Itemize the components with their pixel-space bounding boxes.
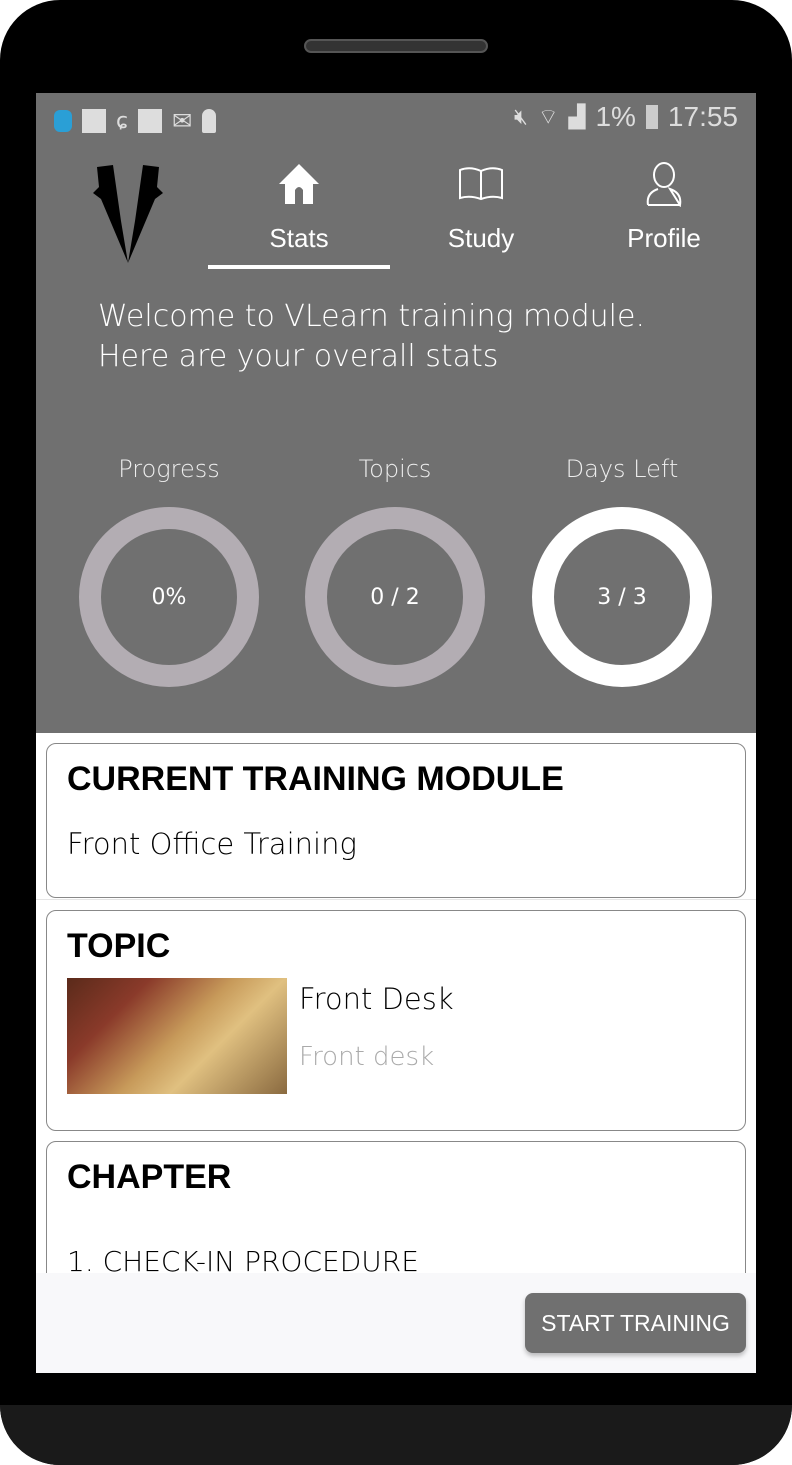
card-heading: CURRENT TRAINING MODULE [67, 760, 564, 798]
tab-stats[interactable]: Stats [208, 153, 390, 269]
stat-topics: Topics 0 / 2 [295, 455, 495, 687]
welcome-text: Welcome to VLearn training module. Here … [98, 297, 645, 377]
module-name: Front Office Training [67, 827, 357, 861]
days-left-ring: 3 / 3 [532, 507, 712, 687]
flipboard-icon [82, 109, 106, 133]
signal-icon: ▟ [568, 104, 586, 129]
clock: 17:55 [667, 101, 738, 132]
bottom-bar: START TRAINING [36, 1273, 756, 1373]
home-icon [279, 164, 319, 204]
stat-days-left: Days Left 3 / 3 [522, 455, 722, 687]
keyhole-icon [202, 109, 217, 133]
header: ɕ ✉ 🔇︎ ⌔ ▟ 1% 17:55 Stats Study Profile … [36, 93, 756, 733]
card-heading: CHAPTER [67, 1158, 232, 1196]
swirl-icon: ɕ [116, 108, 129, 134]
battery-percent: 1% [595, 101, 636, 132]
tab-label: Profile [627, 223, 701, 253]
app-logo [91, 163, 165, 271]
current-module-card[interactable]: CURRENT TRAINING MODULE Front Office Tra… [46, 743, 746, 898]
tab-profile[interactable]: Profile [573, 153, 755, 269]
stat-title: Topics [358, 455, 432, 483]
notification-icon [54, 110, 72, 132]
battery-icon [645, 105, 658, 129]
stat-value: 3 / 3 [597, 584, 647, 610]
book-icon [459, 167, 503, 201]
wifi-icon: ⌔ [537, 104, 559, 129]
topic-subtitle: Front desk [299, 1042, 435, 1072]
stat-value: 0 / 2 [370, 584, 420, 610]
flipboard-icon [138, 109, 163, 133]
speaker-grille [304, 39, 488, 53]
stat-progress: Progress 0% [69, 455, 269, 687]
welcome-line: Here are your overall stats [98, 339, 499, 374]
topics-ring: 0 / 2 [305, 507, 485, 687]
topic-card[interactable]: TOPIC Front Desk Front desk [46, 910, 746, 1131]
mail-icon: ✉ [172, 107, 193, 135]
user-icon [646, 162, 682, 207]
mute-icon: 🔇︎ [513, 104, 528, 129]
tab-study[interactable]: Study [390, 153, 572, 269]
stat-title: Progress [118, 455, 220, 483]
stat-title: Days Left [565, 455, 679, 483]
card-heading: TOPIC [67, 927, 171, 965]
topic-thumbnail [67, 978, 287, 1094]
start-training-button[interactable]: START TRAINING [525, 1293, 746, 1353]
status-bar: ɕ ✉ 🔇︎ ⌔ ▟ 1% 17:55 [36, 101, 756, 137]
screen: ɕ ✉ 🔇︎ ⌔ ▟ 1% 17:55 Stats Study Profile … [36, 93, 756, 1373]
tab-label: Stats [269, 223, 329, 253]
tab-label: Study [447, 223, 515, 253]
progress-ring: 0% [79, 507, 259, 687]
stat-value: 0% [151, 584, 187, 610]
welcome-line: Welcome to VLearn training module. [98, 299, 646, 334]
topic-title: Front Desk [299, 982, 454, 1016]
